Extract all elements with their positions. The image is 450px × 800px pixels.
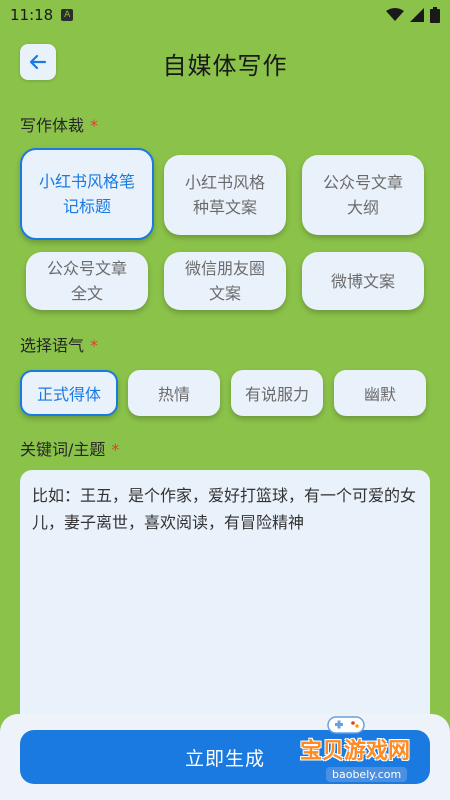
tone-option-label: 幽默 xyxy=(363,385,396,404)
genre-option-xhs-title[interactable]: 小红书风格笔记标题 xyxy=(20,148,154,240)
status-time: 11:18 xyxy=(10,6,54,24)
tone-option-label: 正式得体 xyxy=(36,385,101,404)
wifi-icon xyxy=(386,8,404,21)
tone-label: 选择语气 * xyxy=(20,332,98,356)
genre-label-text: 写作体裁 xyxy=(20,116,85,135)
signal-icon xyxy=(410,8,424,22)
generate-button-label: 立即生成 xyxy=(184,747,265,770)
genre-option-moments[interactable]: 微信朋友圈文案 xyxy=(164,252,286,310)
notification-icon: A xyxy=(61,9,74,21)
page-title: 自媒体写作 xyxy=(162,52,288,80)
genre-option-wechat-outline[interactable]: 公众号文章大纲 xyxy=(302,155,424,235)
genre-option-weibo[interactable]: 微博文案 xyxy=(302,252,424,310)
header: 自媒体写作 xyxy=(0,40,450,84)
battery-icon xyxy=(430,7,440,23)
required-marker: * xyxy=(90,336,99,355)
tone-option-humorous[interactable]: 幽默 xyxy=(334,370,426,416)
genre-option-label: 小红书风格种草文案 xyxy=(184,173,265,217)
required-marker: * xyxy=(90,116,99,135)
genre-option-wechat-article[interactable]: 公众号文章全文 xyxy=(26,252,148,310)
genre-option-label: 公众号文章大纲 xyxy=(322,173,403,217)
tone-option-persuasive[interactable]: 有说服力 xyxy=(231,370,323,416)
keywords-input[interactable]: 比如：王五，是个作家，爱好打篮球，有一个可爱的女儿，妻子离世，喜欢阅读，有冒险精… xyxy=(20,470,430,730)
tone-option-label: 有说服力 xyxy=(244,385,309,404)
tone-label-text: 选择语气 xyxy=(20,336,85,355)
watermark-url: baobely.com xyxy=(326,767,408,782)
keywords-label: 关键词/主题 * xyxy=(20,436,119,460)
genre-option-label: 微博文案 xyxy=(330,271,395,291)
watermark-text: 宝贝游戏网 xyxy=(300,739,411,764)
genre-label: 写作体裁 * xyxy=(20,112,98,136)
genre-option-label: 公众号文章全文 xyxy=(46,259,127,303)
tone-option-formal[interactable]: 正式得体 xyxy=(20,370,118,416)
tone-option-label: 热情 xyxy=(157,385,190,404)
status-icons xyxy=(386,7,440,23)
watermark-logo: 宝贝游戏网 baobely.com xyxy=(300,713,440,793)
keywords-placeholder: 比如：王五，是个作家，爱好打篮球，有一个可爱的女儿，妻子离世，喜欢阅读，有冒险精… xyxy=(32,486,417,532)
genre-option-xhs-seeding[interactable]: 小红书风格种草文案 xyxy=(164,155,286,235)
genre-option-label: 小红书风格笔记标题 xyxy=(38,172,135,216)
tone-option-enthusiastic[interactable]: 热情 xyxy=(128,370,220,416)
required-marker: * xyxy=(111,440,120,459)
keywords-label-text: 关键词/主题 xyxy=(20,440,106,459)
genre-option-label: 微信朋友圈文案 xyxy=(184,259,265,303)
status-bar: 11:18 A xyxy=(0,0,450,30)
